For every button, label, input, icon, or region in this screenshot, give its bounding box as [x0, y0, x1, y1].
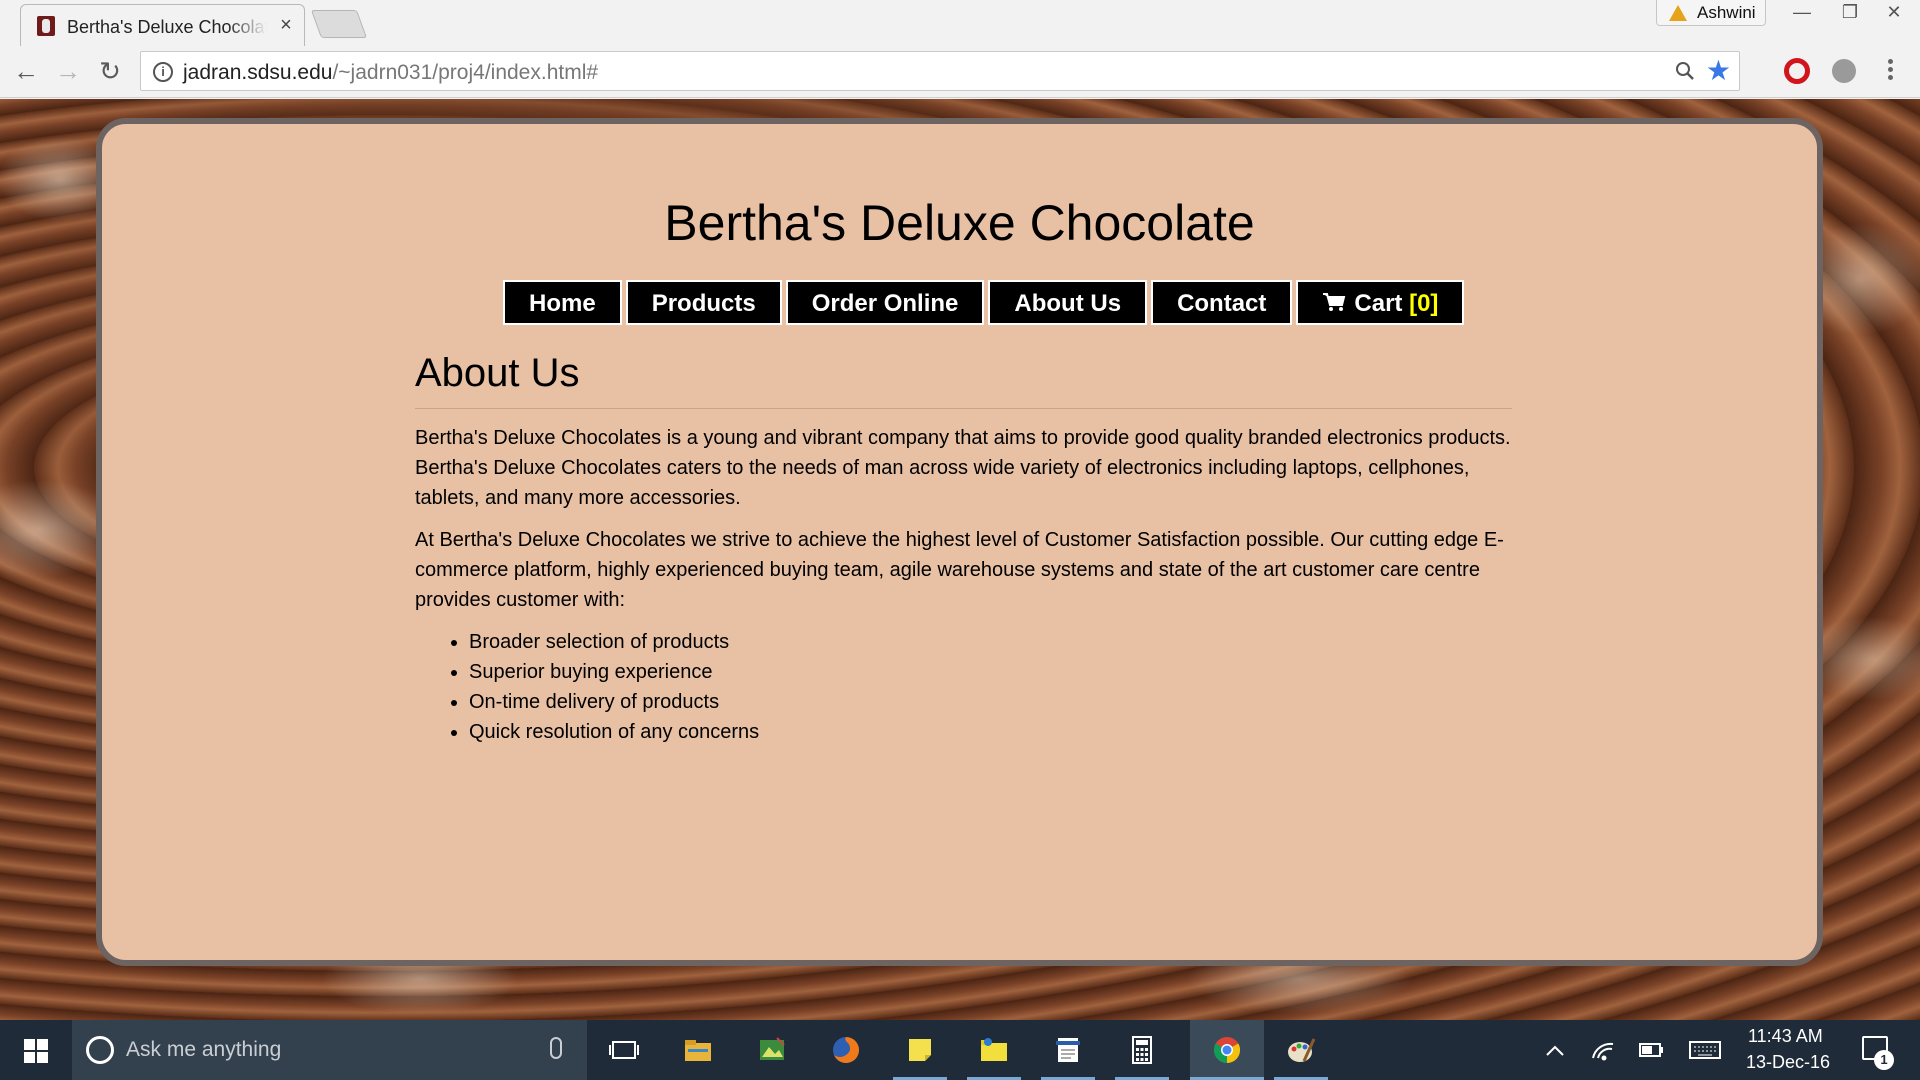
url-text[interactable]: jadran.sdsu.edu/~jadrn031/proj4/index.ht…: [183, 61, 598, 85]
nav-order-online[interactable]: Order Online: [785, 280, 985, 325]
document-app-icon[interactable]: [1031, 1020, 1105, 1080]
cart-label: Cart: [1354, 290, 1403, 317]
windows-start-icon[interactable]: [0, 1020, 70, 1080]
clock-date[interactable]: 13-Dec-16: [1746, 1052, 1830, 1073]
sticky-notes-icon[interactable]: [883, 1020, 957, 1080]
keyboard-icon[interactable]: [1688, 1020, 1722, 1080]
address-bar[interactable]: i jadran.sdsu.edu/~jadrn031/proj4/index.…: [140, 51, 1740, 91]
extension-icon[interactable]: [1832, 59, 1856, 83]
close-window-button[interactable]: ✕: [1870, 0, 1918, 26]
nav-about-us[interactable]: About Us: [988, 280, 1148, 325]
cortana-search[interactable]: Ask me anything: [72, 1020, 587, 1080]
list-item: Broader selection of products: [469, 627, 1512, 657]
chevron-up-icon[interactable]: [1544, 1020, 1566, 1080]
site-info-icon[interactable]: i: [153, 62, 173, 82]
restore-button[interactable]: ❐: [1826, 0, 1874, 26]
list-item: Quick resolution of any concerns: [469, 717, 1512, 747]
paint-icon[interactable]: [1264, 1020, 1338, 1080]
forward-icon[interactable]: →: [52, 56, 84, 88]
new-tab-button[interactable]: [310, 10, 368, 38]
photo-app-icon[interactable]: [735, 1020, 809, 1080]
about-paragraph-1: Bertha's Deluxe Chocolates is a young an…: [415, 427, 1511, 509]
microphone-icon[interactable]: [550, 1037, 562, 1059]
reload-icon[interactable]: ↻: [94, 56, 126, 88]
profile-button[interactable]: Ashwini: [1656, 0, 1766, 26]
nav-products[interactable]: Products: [625, 280, 782, 325]
bookmark-star-icon[interactable]: ★: [1706, 55, 1731, 87]
cart-count: [0]: [1409, 290, 1439, 317]
benefits-list: Broader selection of products Superior b…: [469, 627, 1512, 747]
back-icon[interactable]: ←: [10, 56, 42, 88]
firefox-icon[interactable]: [809, 1020, 883, 1080]
site-title: Bertha's Deluxe Chocolate: [664, 195, 1255, 251]
browser-tab-strip: Bertha's Deluxe Chocolat × Ashwini — ❐ ✕: [0, 0, 1920, 46]
wifi-icon[interactable]: [1590, 1020, 1616, 1080]
cortana-icon: [86, 1036, 114, 1064]
opera-extension-icon[interactable]: [1784, 58, 1810, 84]
page-heading: About Us: [415, 351, 1512, 409]
list-item: On-time delivery of products: [469, 687, 1512, 717]
chrome-icon[interactable]: [1190, 1020, 1264, 1080]
zoom-icon[interactable]: [1675, 61, 1695, 81]
clock-time[interactable]: 11:43 AM: [1748, 1026, 1823, 1047]
battery-icon[interactable]: [1638, 1020, 1664, 1080]
file-explorer-icon[interactable]: [661, 1020, 735, 1080]
calculator-icon[interactable]: [1105, 1020, 1179, 1080]
main-nav: Home Products Order Online About Us Cont…: [503, 280, 1465, 325]
browser-menu-icon[interactable]: [1886, 56, 1894, 86]
warning-icon: [1669, 5, 1687, 21]
folder-app-icon[interactable]: [957, 1020, 1031, 1080]
browser-toolbar: ← → ↻ i jadran.sdsu.edu/~jadrn031/proj4/…: [0, 46, 1920, 98]
url-path: /~jadrn031/proj4/index.html#: [332, 61, 599, 84]
content-panel: Bertha's Deluxe Chocolate Home Products …: [96, 118, 1823, 966]
task-view-icon[interactable]: [587, 1020, 661, 1080]
favicon-icon: [37, 16, 55, 36]
url-host: jadran.sdsu.edu: [183, 61, 333, 84]
nav-cart[interactable]: Cart [0]: [1296, 280, 1465, 325]
minimize-button[interactable]: —: [1778, 0, 1826, 26]
list-item: Superior buying experience: [469, 657, 1512, 687]
about-section: About Us Bertha's Deluxe Chocolates is a…: [415, 351, 1512, 747]
tab-close-icon[interactable]: ×: [275, 14, 297, 36]
page-viewport: Bertha's Deluxe Chocolate Home Products …: [0, 99, 1920, 1020]
search-placeholder: Ask me anything: [126, 1038, 282, 1061]
about-paragraph-2: At Bertha's Deluxe Chocolates we strive …: [415, 529, 1504, 611]
nav-contact[interactable]: Contact: [1151, 280, 1293, 325]
notification-badge: 1: [1874, 1050, 1894, 1070]
profile-name: Ashwini: [1697, 3, 1756, 22]
taskbar: Ask me anything 11:43 AM 13-Dec-16 1: [0, 1020, 1920, 1080]
tab-title: Bertha's Deluxe Chocolat: [67, 17, 267, 38]
nav-home[interactable]: Home: [503, 280, 622, 325]
browser-tab[interactable]: Bertha's Deluxe Chocolat ×: [20, 4, 305, 46]
cart-icon: [1323, 293, 1346, 311]
